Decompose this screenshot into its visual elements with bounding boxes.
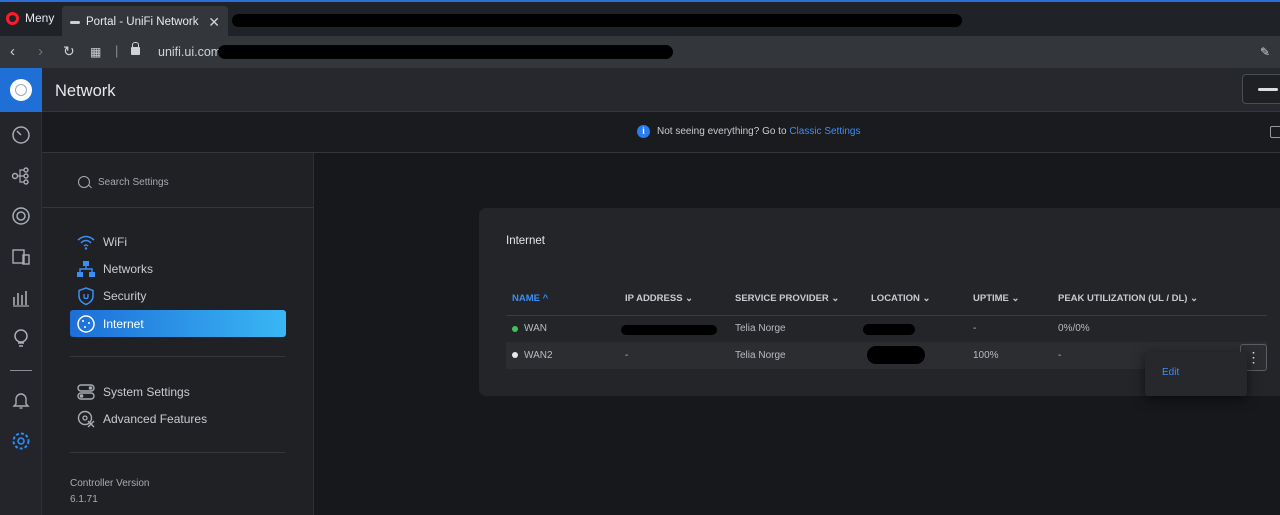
toggles-icon bbox=[77, 383, 95, 400]
sidebar-item-internet[interactable]: Internet bbox=[70, 310, 286, 337]
sidebar-item-security[interactable]: Security bbox=[70, 282, 286, 309]
cell-ip-address: - bbox=[625, 342, 735, 369]
controller-version-value: 6.1.71 bbox=[70, 494, 98, 505]
reload-icon[interactable]: ↻ bbox=[63, 43, 75, 60]
sidebar-divider bbox=[42, 207, 314, 208]
settings-search[interactable] bbox=[78, 176, 258, 188]
redaction-scribble bbox=[621, 324, 717, 335]
app-header: Network bbox=[42, 68, 1280, 112]
cell-service-provider: Telia Norge bbox=[735, 342, 871, 369]
tab-title: Portal - UniFi Network bbox=[86, 16, 199, 28]
rail-divider bbox=[10, 370, 32, 371]
topology-icon[interactable] bbox=[11, 166, 31, 186]
wifi-icon bbox=[77, 235, 95, 250]
cell-name: WAN bbox=[506, 315, 625, 342]
table-row[interactable]: WAN Telia Norge - 0%/0% bbox=[506, 315, 1267, 342]
browser-tab-bar: Meny Portal - UniFi Network ✕ bbox=[0, 0, 1280, 38]
redaction-scribble bbox=[867, 346, 925, 364]
app-icon-rail bbox=[0, 68, 42, 515]
notice-bar: i Not seeing everything? Go to Classic S… bbox=[42, 112, 1280, 153]
edit-page-icon[interactable]: ✎ bbox=[1260, 45, 1270, 59]
column-header-location[interactable]: LOCATION ⌄ bbox=[871, 282, 973, 316]
browser-tab-active[interactable]: Portal - UniFi Network ✕ bbox=[62, 6, 228, 38]
cell-service-provider: Telia Norge bbox=[735, 323, 786, 335]
opera-logo-icon bbox=[6, 11, 19, 25]
sidebar-item-label: Internet bbox=[103, 316, 144, 331]
browser-menu-label: Meny bbox=[25, 11, 55, 25]
header-user-button[interactable] bbox=[1242, 74, 1280, 104]
page-title: Network bbox=[55, 82, 116, 100]
table-header-row: NAME ^ IP ADDRESS ⌄ SERVICE PROVIDER ⌄ L… bbox=[506, 282, 1267, 316]
networks-icon bbox=[77, 260, 95, 277]
sidebar-item-advanced-features[interactable]: Advanced Features bbox=[70, 405, 286, 432]
clients-icon[interactable] bbox=[11, 247, 31, 267]
sidebar-item-networks[interactable]: Networks bbox=[70, 255, 286, 282]
settings-sidebar: WiFi Networks Security Internet System S… bbox=[42, 153, 314, 515]
tab-close-icon[interactable]: ✕ bbox=[208, 14, 220, 31]
main-content: Internet NAME ^ IP ADDRESS ⌄ SERVICE PRO… bbox=[315, 153, 1280, 515]
cell-uptime: - bbox=[973, 323, 977, 335]
card-title: Internet bbox=[506, 235, 545, 247]
browser-address-bar: ‹ › ↻ ▦ | unifi.ui.com/ ✎ bbox=[0, 36, 1280, 68]
search-icon bbox=[78, 176, 90, 188]
sidebar-item-label: Security bbox=[103, 288, 147, 303]
column-header-peak-utilization[interactable]: PEAK UTILIZATION (UL / DL) ⌄ bbox=[1058, 282, 1267, 316]
unifi-logo-icon bbox=[10, 79, 32, 101]
classic-settings-link[interactable]: Classic Settings bbox=[789, 126, 860, 137]
settings-gear-icon[interactable] bbox=[11, 431, 31, 451]
browser-menu-button[interactable]: Meny bbox=[6, 11, 54, 25]
menu-item-edit[interactable]: Edit bbox=[1162, 367, 1179, 378]
redaction-scribble bbox=[863, 323, 915, 335]
info-icon: i bbox=[637, 125, 650, 138]
forward-icon[interactable]: › bbox=[38, 43, 43, 60]
controller-version-block: Controller Version 6.1.71 bbox=[70, 476, 149, 508]
notifications-bell-icon[interactable] bbox=[11, 390, 31, 410]
status-dot-online bbox=[512, 325, 518, 332]
lock-icon bbox=[131, 42, 140, 55]
statistics-icon[interactable] bbox=[11, 288, 31, 308]
column-header-name[interactable]: NAME ^ bbox=[506, 282, 625, 316]
cell-name: WAN2 bbox=[506, 342, 625, 369]
cell-location bbox=[863, 315, 973, 342]
advanced-tools-icon bbox=[77, 410, 95, 427]
notice-text: Not seeing everything? Go to bbox=[657, 126, 790, 137]
notice-checkbox[interactable] bbox=[1270, 126, 1280, 138]
sidebar-divider bbox=[70, 452, 285, 453]
address-divider: | bbox=[115, 43, 119, 58]
column-header-ip-address[interactable]: IP ADDRESS ⌄ bbox=[625, 282, 735, 316]
back-icon[interactable]: ‹ bbox=[10, 43, 15, 60]
insights-icon[interactable] bbox=[11, 328, 31, 348]
column-header-service-provider[interactable]: SERVICE PROVIDER ⌄ bbox=[735, 282, 871, 316]
sidebar-item-label: Networks bbox=[103, 261, 154, 276]
sidebar-item-label: System Settings bbox=[103, 384, 190, 399]
search-settings-input[interactable] bbox=[98, 176, 258, 188]
dashboard-icon[interactable] bbox=[11, 125, 31, 145]
column-header-uptime[interactable]: UPTIME ⌄ bbox=[973, 282, 1058, 316]
globe-icon bbox=[77, 314, 95, 333]
controller-version-label: Controller Version bbox=[70, 478, 150, 489]
sidebar-item-system-settings[interactable]: System Settings bbox=[70, 378, 286, 405]
tab-favicon-icon bbox=[70, 20, 80, 24]
classic-settings-notice: i Not seeing everything? Go to Classic S… bbox=[637, 125, 860, 138]
sidebar-item-wifi[interactable]: WiFi bbox=[70, 228, 286, 255]
tabs-grid-icon[interactable]: ▦ bbox=[90, 45, 101, 59]
cell-uptime: 100% bbox=[973, 342, 1058, 369]
redaction-scribble bbox=[232, 14, 962, 27]
url-field[interactable]: unifi.ui.com/ bbox=[158, 45, 225, 59]
status-dot-standby bbox=[512, 352, 518, 359]
cell-peak-utilization: 0%/0% bbox=[1058, 323, 1090, 335]
sidebar-item-label: WiFi bbox=[103, 234, 127, 249]
unifi-logo-button[interactable] bbox=[0, 68, 42, 112]
cell-location bbox=[867, 342, 973, 369]
sidebar-divider bbox=[70, 356, 285, 357]
row-actions-menu: Edit bbox=[1145, 352, 1247, 396]
devices-icon[interactable] bbox=[11, 206, 31, 226]
sidebar-item-label: Advanced Features bbox=[103, 411, 208, 426]
redaction-scribble bbox=[218, 45, 673, 59]
shield-icon bbox=[78, 286, 94, 305]
cell-ip-address bbox=[621, 315, 735, 342]
